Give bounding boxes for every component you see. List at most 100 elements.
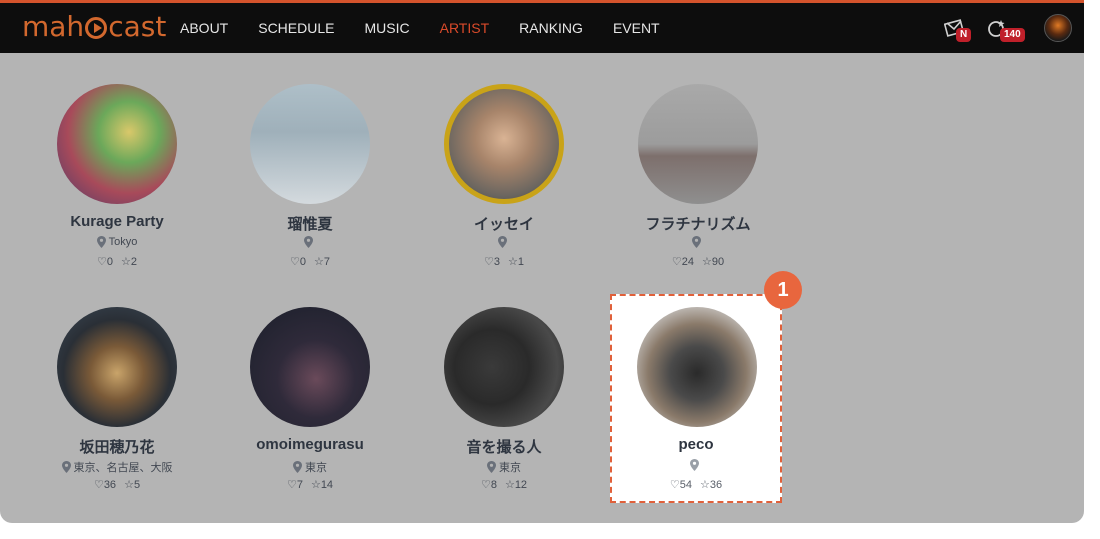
star-count: ☆2	[121, 255, 137, 268]
artist-card[interactable]: omoimegurasu 東京 ♡7 ☆14	[224, 307, 396, 517]
highlighted-artist-card[interactable]: peco ♡54 ☆36	[610, 294, 782, 503]
points-badge: 140	[1000, 28, 1025, 42]
nav-ranking[interactable]: RANKING	[519, 20, 583, 36]
step-number-badge: 1	[764, 271, 802, 309]
artist-stats: ♡3 ☆1	[418, 255, 590, 268]
artist-stats: ♡8 ☆12	[418, 478, 590, 491]
heart-icon: ♡	[671, 256, 682, 268]
logo[interactable]: mah cast	[22, 9, 166, 45]
artist-card[interactable]: 瑠惟夏 ♡0 ☆7	[224, 84, 396, 294]
nav-artist[interactable]: ARTIST	[440, 20, 490, 36]
star-value: 36	[709, 479, 723, 491]
star-count: ☆12	[505, 478, 527, 491]
like-count: ♡36	[94, 478, 116, 491]
star-icon: ☆	[310, 479, 321, 491]
location-pin-icon	[96, 236, 106, 248]
artist-stats: ♡36 ☆5	[31, 478, 203, 491]
artist-location-text: 東京	[305, 462, 327, 474]
notification-button[interactable]: N	[944, 15, 972, 42]
artist-name: フラチナリズム	[645, 216, 751, 233]
star-count: ☆7	[314, 255, 330, 268]
notification-badge: N	[956, 28, 972, 42]
star-count: ☆90	[702, 255, 724, 268]
heart-icon: ♡	[97, 256, 107, 268]
star-icon: ☆	[121, 256, 131, 268]
heart-icon: ♡	[93, 479, 104, 491]
star-icon: ☆	[504, 479, 515, 491]
artist-photo	[57, 84, 177, 204]
artist-card[interactable]: Kurage Party Tokyo ♡0 ☆2	[31, 84, 203, 294]
star-value: 12	[514, 479, 528, 491]
like-value: 0	[106, 256, 113, 268]
star-value: 90	[711, 256, 725, 268]
artist-photo	[638, 84, 758, 204]
star-icon: ☆	[314, 256, 324, 268]
artist-card[interactable]: フラチナリズム ♡24 ☆90	[612, 84, 784, 294]
heart-icon: ♡	[484, 256, 494, 268]
star-count: ☆5	[124, 478, 140, 491]
artist-location: 東京	[224, 459, 396, 475]
heart-icon: ♡	[286, 479, 297, 491]
star-value: 14	[320, 479, 334, 491]
star-icon: ☆	[700, 479, 710, 491]
like-count: ♡8	[481, 478, 497, 491]
star-count: ☆14	[311, 478, 333, 491]
artist-card[interactable]: イッセイ ♡3 ☆1	[418, 84, 590, 294]
like-count: ♡0	[290, 255, 306, 268]
location-pin-icon	[692, 236, 701, 248]
artist-name: Kurage Party	[70, 213, 164, 230]
artist-stats: ♡0 ☆7	[224, 255, 396, 268]
artist-name: イッセイ	[473, 216, 534, 233]
star-value: 2	[130, 256, 137, 268]
artist-photo	[250, 84, 370, 204]
artist-stats: ♡24 ☆90	[612, 255, 784, 268]
artist-location: Tokyo	[31, 236, 203, 248]
logo-text-left: mah	[22, 10, 85, 43]
like-count: ♡7	[287, 478, 303, 491]
artist-name: 瑠惟夏	[287, 216, 333, 233]
artist-photo	[444, 307, 564, 427]
location-pin-icon	[293, 461, 302, 473]
nav-right: N 140	[928, 3, 1072, 53]
star-value: 5	[133, 479, 141, 491]
like-count: ♡3	[484, 255, 500, 268]
artist-card[interactable]: peco ♡54 ☆36	[612, 307, 784, 517]
star-value: 7	[323, 256, 330, 268]
artist-location: 東京	[418, 459, 590, 475]
heart-icon: ♡	[480, 479, 491, 491]
artist-name: 坂田穂乃花	[79, 439, 155, 456]
nav-event[interactable]: EVENT	[613, 20, 660, 36]
artist-card[interactable]: 音を撮る人 東京 ♡8 ☆12	[418, 307, 590, 517]
star-value: 1	[517, 256, 524, 268]
like-value: 3	[493, 256, 500, 268]
like-count: ♡0	[97, 255, 113, 268]
app-frame: mah cast ABOUT SCHEDULE MUSIC ARTIST RANK…	[0, 0, 1084, 523]
artist-name: 音を撮る人	[466, 439, 542, 456]
like-value: 24	[681, 256, 694, 268]
nav-about[interactable]: ABOUT	[180, 20, 228, 36]
artist-photo	[637, 307, 757, 427]
like-count: ♡24	[672, 255, 694, 268]
artist-location	[610, 459, 782, 471]
artist-location	[224, 236, 396, 248]
artist-card[interactable]: 坂田穂乃花 東京、名古屋、大阪 ♡36 ☆5	[31, 307, 203, 517]
star-icon: ☆	[702, 256, 712, 268]
heart-icon: ♡	[290, 256, 300, 268]
main-nav: ABOUT SCHEDULE MUSIC ARTIST RANKING EVEN…	[165, 3, 675, 53]
artist-location-text: 東京、名古屋、大阪	[73, 462, 173, 474]
location-pin-icon	[304, 236, 313, 248]
artist-location: 東京、名古屋、大阪	[31, 459, 203, 475]
points-button[interactable]: 140	[986, 15, 1026, 42]
nav-schedule[interactable]: SCHEDULE	[258, 20, 334, 36]
navbar: mah cast ABOUT SCHEDULE MUSIC ARTIST RANK…	[0, 3, 1084, 53]
like-value: 7	[296, 479, 303, 491]
nav-music[interactable]: MUSIC	[364, 20, 409, 36]
artist-location-text: 東京	[499, 462, 521, 474]
location-pin-icon	[487, 461, 496, 473]
logo-text-right: cast	[108, 10, 167, 43]
artist-name: omoimegurasu	[256, 436, 364, 453]
artist-location	[612, 236, 784, 248]
star-count: ☆36	[700, 478, 722, 491]
user-avatar[interactable]	[1044, 14, 1072, 42]
artist-photo	[444, 84, 564, 204]
